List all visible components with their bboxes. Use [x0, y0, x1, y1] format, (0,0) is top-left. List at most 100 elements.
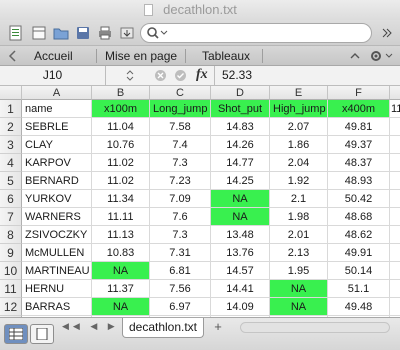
normal-view-button[interactable] — [4, 324, 28, 344]
value-cell[interactable]: 7.6 — [150, 208, 211, 226]
value-cell[interactable]: 49.81 — [328, 118, 390, 136]
row-header[interactable]: 9 — [0, 244, 22, 262]
name-cell[interactable]: WARNERS — [22, 208, 92, 226]
value-cell[interactable]: 14.57 — [211, 262, 270, 280]
row-header[interactable]: 8 — [0, 226, 22, 244]
row-header[interactable]: 3 — [0, 136, 22, 154]
value-cell[interactable]: 1.98 — [270, 208, 328, 226]
value-cell[interactable]: 14.26 — [211, 136, 270, 154]
function-icon[interactable]: fx — [196, 67, 208, 83]
column-name-cell[interactable]: Long_jump — [150, 100, 211, 118]
page-layout-view-button[interactable] — [30, 324, 54, 344]
name-cell[interactable]: BERNARD — [22, 172, 92, 190]
column-name-cell[interactable]: High_jump — [270, 100, 328, 118]
partial-cell[interactable] — [390, 262, 400, 280]
name-cell[interactable]: SEBRLE — [22, 118, 92, 136]
cell-reference-box[interactable]: J10 — [0, 66, 106, 85]
value-cell[interactable]: 10.83 — [92, 244, 150, 262]
value-cell[interactable]: 7.56 — [150, 280, 211, 298]
column-name-cell[interactable]: name — [22, 100, 92, 118]
partial-cell[interactable] — [390, 190, 400, 208]
value-cell[interactable]: 14.77 — [211, 154, 270, 172]
column-header-b[interactable]: B — [92, 86, 150, 100]
confirm-icon[interactable] — [174, 69, 187, 82]
value-cell[interactable]: 48.68 — [328, 208, 390, 226]
value-cell[interactable]: 2.1 — [270, 190, 328, 208]
value-cell[interactable]: 48.62 — [328, 226, 390, 244]
value-cell[interactable]: 50.14 — [328, 262, 390, 280]
value-cell[interactable]: 50.42 — [328, 190, 390, 208]
new-document-icon[interactable] — [4, 24, 28, 42]
column-name-cell[interactable]: x100m — [92, 100, 150, 118]
value-cell[interactable]: 7.4 — [150, 136, 211, 154]
tab-accueil[interactable]: Accueil — [34, 46, 73, 66]
tab-mise-en-page[interactable]: Mise en page — [105, 46, 177, 66]
tab-tableaux[interactable]: Tableaux — [202, 46, 250, 66]
value-cell[interactable]: 6.81 — [150, 262, 211, 280]
name-cell[interactable]: ZSIVOCZKY — [22, 226, 92, 244]
horizontal-scrollbar[interactable] — [240, 322, 390, 333]
value-cell[interactable]: 11.02 — [92, 154, 150, 172]
import-icon[interactable] — [118, 24, 136, 42]
search-box[interactable] — [140, 23, 372, 43]
value-cell[interactable]: 11.02 — [92, 172, 150, 190]
print-icon[interactable] — [96, 24, 114, 42]
partial-cell[interactable] — [390, 208, 400, 226]
value-cell[interactable]: 7.23 — [150, 172, 211, 190]
value-cell[interactable]: 11.13 — [92, 226, 150, 244]
column-name-cell[interactable]: x400m — [328, 100, 390, 118]
save-icon[interactable] — [74, 24, 92, 42]
value-cell[interactable]: 48.37 — [328, 154, 390, 172]
column-name-cell[interactable]: Shot_put — [211, 100, 270, 118]
value-cell[interactable]: 48.93 — [328, 172, 390, 190]
row-header[interactable]: 12 — [0, 298, 22, 316]
value-cell[interactable]: 11.04 — [92, 118, 150, 136]
value-cell[interactable]: 7.09 — [150, 190, 211, 208]
column-header-d[interactable]: D — [211, 86, 270, 100]
value-cell[interactable]: 51.1 — [328, 280, 390, 298]
partial-cell[interactable] — [390, 298, 400, 316]
add-sheet-button[interactable]: + — [209, 318, 227, 336]
value-cell[interactable]: 49.91 — [328, 244, 390, 262]
value-cell[interactable]: NA — [92, 298, 150, 316]
value-cell[interactable]: 7.3 — [150, 226, 211, 244]
value-cell[interactable]: 11.37 — [92, 280, 150, 298]
column-header-f[interactable]: F — [328, 86, 390, 100]
partial-cell[interactable] — [390, 244, 400, 262]
row-header[interactable]: 6 — [0, 190, 22, 208]
value-cell[interactable]: 13.76 — [211, 244, 270, 262]
row-header[interactable]: 4 — [0, 154, 22, 172]
name-cell[interactable]: McMULLEN — [22, 244, 92, 262]
value-cell[interactable]: 11.34 — [92, 190, 150, 208]
value-cell[interactable]: 7.31 — [150, 244, 211, 262]
value-cell[interactable]: 2.04 — [270, 154, 328, 172]
value-cell[interactable]: 11.11 — [92, 208, 150, 226]
partial-cell[interactable] — [390, 154, 400, 172]
value-cell[interactable]: 10.76 — [92, 136, 150, 154]
sheet-tab[interactable]: decathlon.txt — [122, 318, 204, 338]
value-cell[interactable]: 1.86 — [270, 136, 328, 154]
back-icon[interactable] — [3, 48, 23, 64]
templates-icon[interactable] — [30, 24, 48, 42]
name-cell[interactable]: CLAY — [22, 136, 92, 154]
value-cell[interactable]: 2.13 — [270, 244, 328, 262]
row-header[interactable]: 2 — [0, 118, 22, 136]
value-cell[interactable]: 1.92 — [270, 172, 328, 190]
value-cell[interactable]: 49.37 — [328, 136, 390, 154]
name-cell[interactable]: MARTINEAU — [22, 262, 92, 280]
cancel-icon[interactable] — [154, 69, 167, 82]
value-cell[interactable]: NA — [211, 208, 270, 226]
open-folder-icon[interactable] — [52, 24, 70, 42]
row-header[interactable]: 7 — [0, 208, 22, 226]
partial-cell[interactable] — [390, 136, 400, 154]
collapse-ribbon-icon[interactable] — [348, 47, 362, 65]
partial-cell[interactable] — [390, 172, 400, 190]
value-cell[interactable]: 7.58 — [150, 118, 211, 136]
name-cell[interactable]: YURKOV — [22, 190, 92, 208]
value-cell[interactable]: 14.83 — [211, 118, 270, 136]
row-header[interactable]: 1 — [0, 100, 22, 118]
stepper-icon[interactable] — [124, 69, 137, 82]
row-header[interactable]: 5 — [0, 172, 22, 190]
value-cell[interactable]: NA — [92, 262, 150, 280]
column-header-c[interactable]: C — [150, 86, 211, 100]
